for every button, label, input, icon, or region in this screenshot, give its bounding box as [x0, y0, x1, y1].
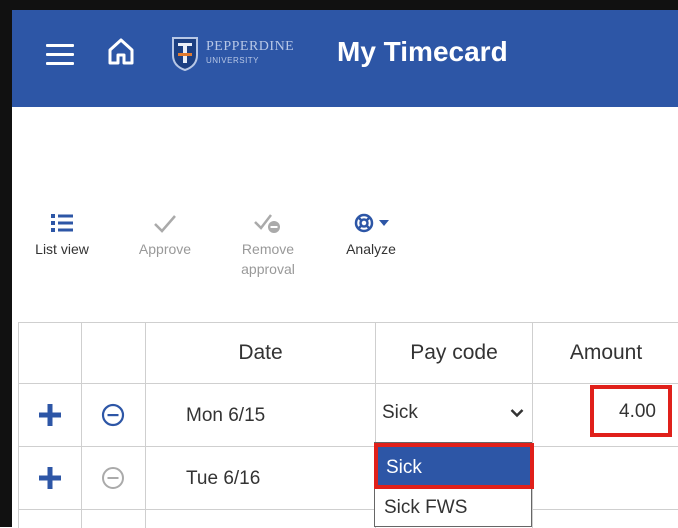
column-header-date[interactable]: Date [146, 323, 375, 383]
remove-row-icon-disabled [101, 466, 125, 490]
check-icon [154, 215, 176, 233]
pay-code-option-sick[interactable]: Sick [374, 443, 534, 489]
list-icon [51, 214, 73, 232]
remove-approval-button[interactable]: Remove approval [228, 208, 308, 280]
list-view-button[interactable]: List view [26, 208, 98, 260]
remove-approval-label-line1: Remove [241, 241, 295, 257]
pay-code-selected-value: Sick [382, 402, 418, 423]
date-cell[interactable]: Mon 6/15 [186, 405, 265, 427]
column-header-pay-code[interactable]: Pay code [376, 323, 532, 383]
logo-subtitle: UNIVERSITY [206, 56, 260, 65]
page-title: My Timecard [337, 36, 508, 67]
shield-icon [172, 37, 198, 71]
app-header: PEPPERDINE UNIVERSITY My Timecard [12, 10, 678, 107]
logo-name: PEPPERDINE [206, 39, 295, 54]
option-label: Sick [386, 457, 422, 478]
home-icon[interactable] [106, 36, 136, 66]
option-label: Sick FWS [384, 497, 468, 518]
timecard-grid: Date Pay code Amount Mon 6/15 Tue 6/16 [18, 322, 678, 528]
amount-field[interactable]: 4.00 [590, 385, 672, 437]
column-header-amount[interactable]: Amount [533, 323, 678, 383]
date-cell[interactable]: Tue 6/16 [186, 468, 260, 490]
remove-approval-label-line2: approval [241, 261, 295, 277]
analyze-label: Analyze [346, 241, 396, 257]
window-frame-top [0, 0, 678, 10]
pay-code-option-sick-fws[interactable]: Sick FWS [375, 491, 531, 527]
approve-label: Approve [138, 241, 192, 257]
approve-button[interactable]: Approve [130, 208, 200, 260]
analyze-icon [354, 213, 373, 233]
pay-code-select[interactable]: Sick [374, 384, 532, 444]
pay-code-dropdown: Sick Sick FWS [374, 442, 534, 527]
add-row-icon[interactable] [39, 404, 61, 426]
menu-icon[interactable] [46, 44, 74, 66]
window-frame-left [0, 0, 12, 527]
list-view-label: List view [35, 241, 89, 257]
remove-approval-icon [254, 214, 280, 233]
analyze-button[interactable]: Analyze [336, 208, 406, 260]
amount-value: 4.00 [619, 401, 656, 422]
add-row-icon[interactable] [39, 467, 61, 489]
chevron-down-icon [510, 409, 524, 418]
remove-row-icon[interactable] [101, 403, 125, 427]
caret-down-icon [378, 220, 389, 226]
